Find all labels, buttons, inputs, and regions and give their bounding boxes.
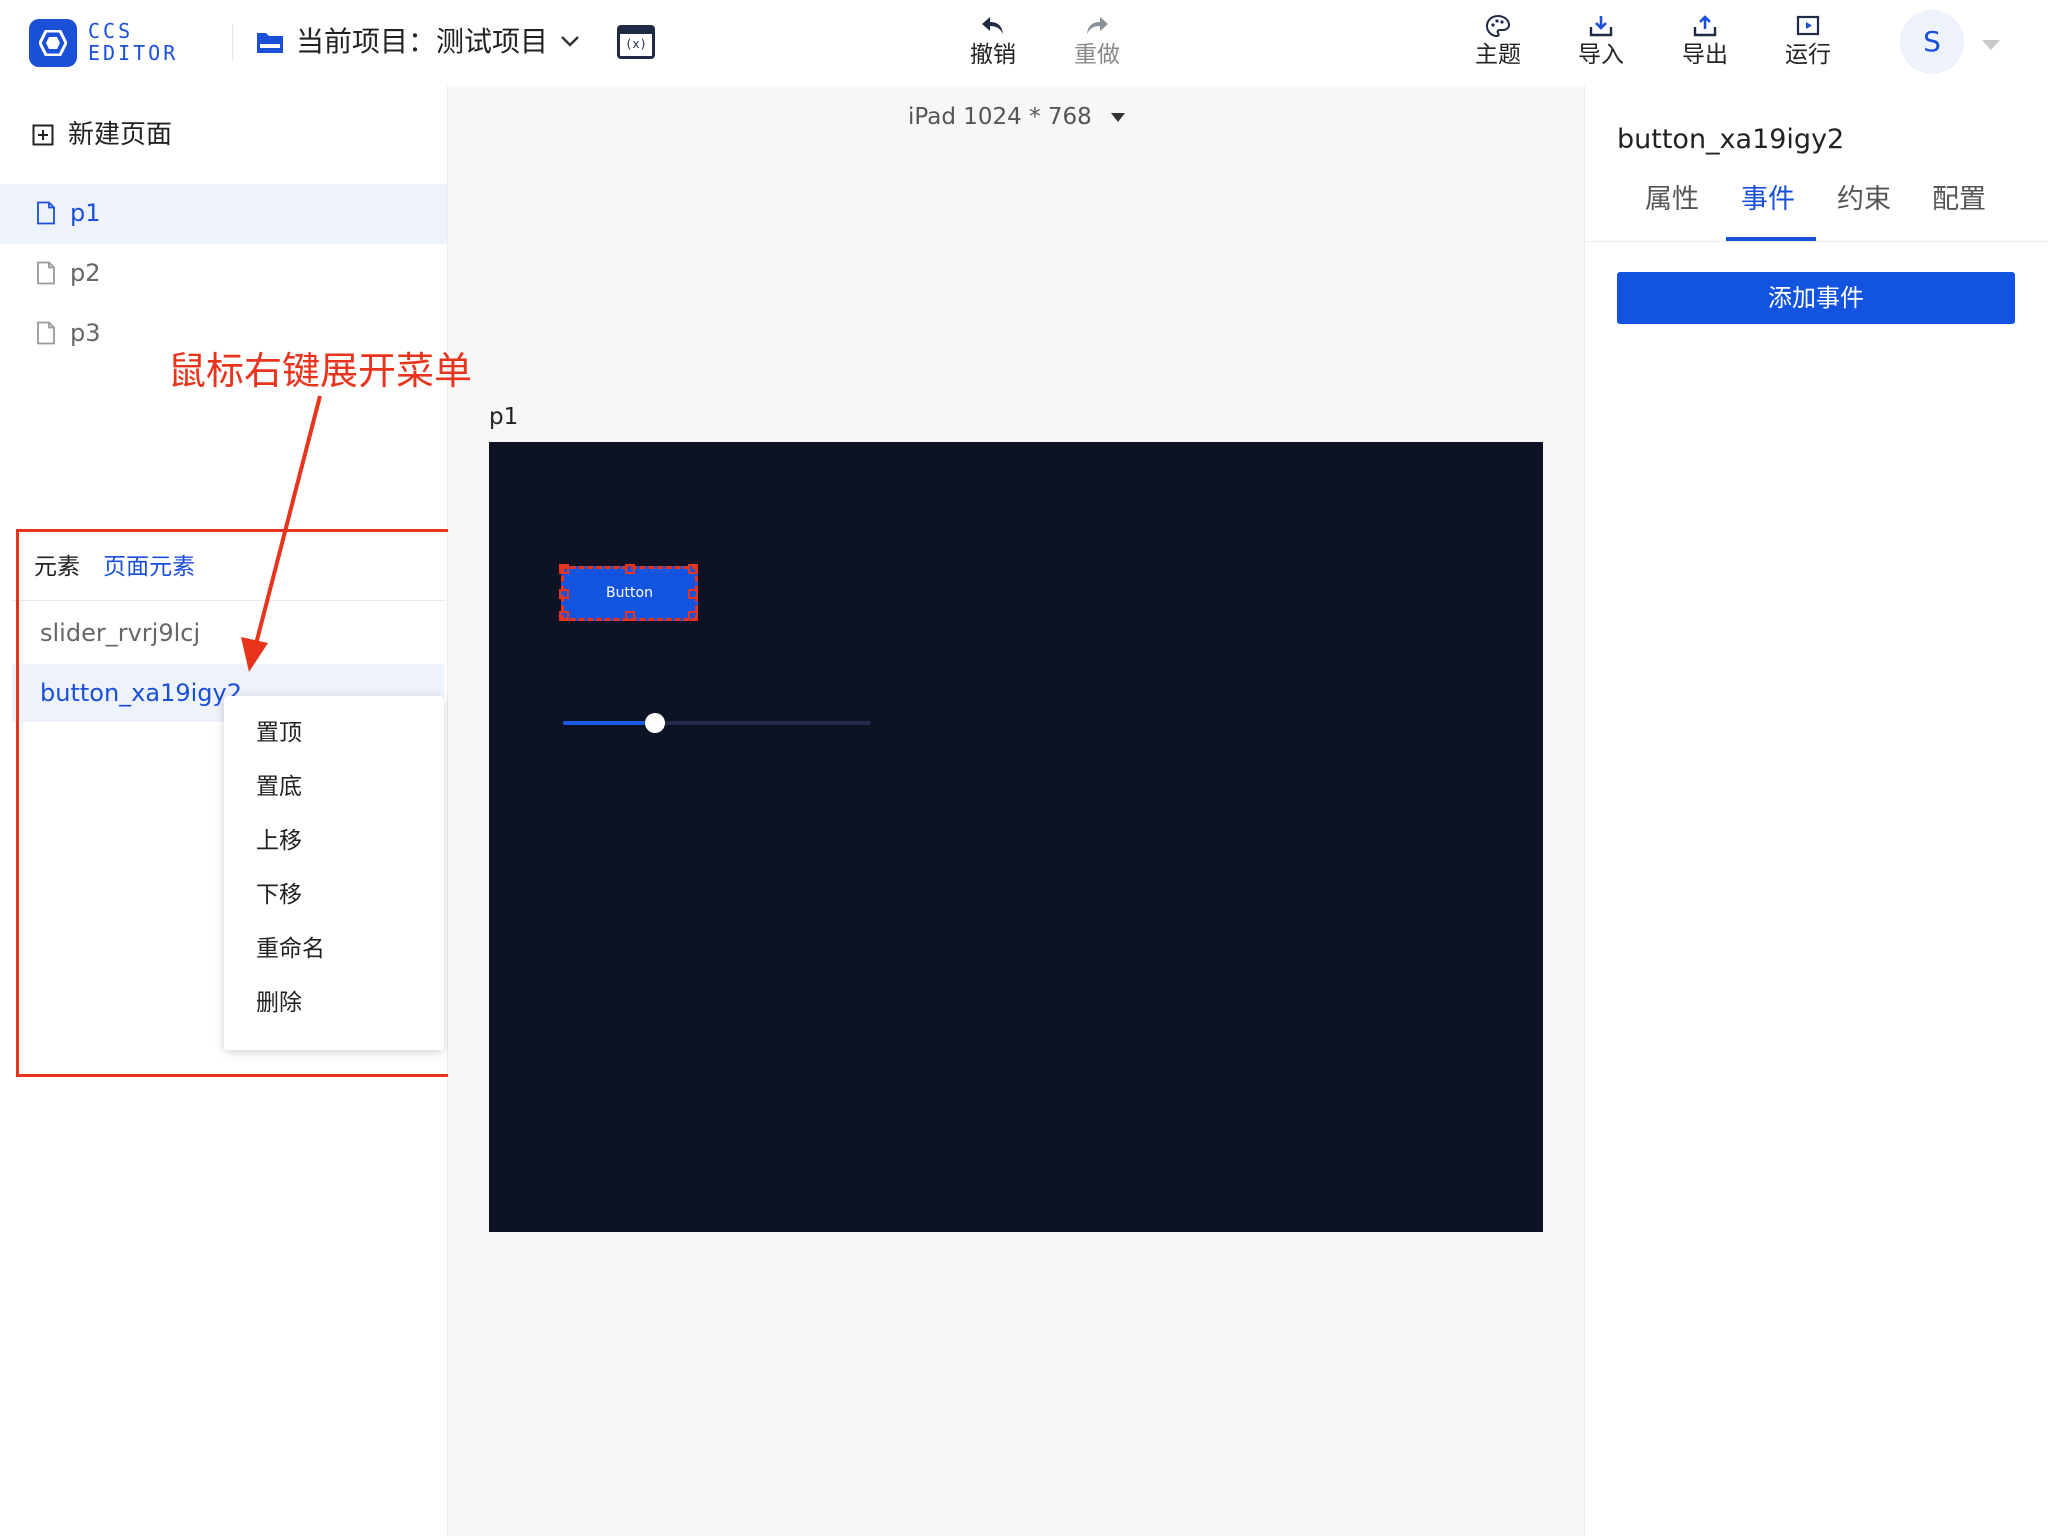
device-label: iPad 1024 * 768	[908, 104, 1092, 130]
device-selector[interactable]: iPad 1024 * 768	[908, 100, 1125, 134]
undo-button[interactable]: 撤销	[958, 14, 1028, 70]
page-label: p1	[70, 199, 101, 227]
annotation-label: 鼠标右键展开菜单	[168, 349, 473, 393]
run-button[interactable]: 运行	[1773, 14, 1843, 70]
resize-handle[interactable]	[625, 611, 635, 621]
import-button[interactable]: 导入	[1566, 14, 1636, 70]
avatar[interactable]: S	[1900, 10, 1964, 74]
resize-handle[interactable]	[559, 611, 569, 621]
new-page-label: 新建页面	[68, 120, 173, 150]
tab-events[interactable]: 事件	[1741, 180, 1795, 220]
palette-icon	[1485, 14, 1511, 38]
tab-properties[interactable]: 属性	[1645, 180, 1699, 220]
redo-button[interactable]: 重做	[1062, 14, 1132, 70]
page-label: p2	[70, 259, 101, 287]
tab-config[interactable]: 配置	[1932, 180, 1986, 220]
divider	[1585, 241, 2048, 242]
resize-handle[interactable]	[625, 564, 635, 574]
resize-handle[interactable]	[688, 564, 698, 574]
export-icon	[1693, 15, 1717, 37]
stage-button-component[interactable]: Button	[559, 564, 698, 621]
logo-wordmark: CCS EDITOR	[88, 19, 179, 65]
annotation-highlight-box	[16, 529, 454, 1077]
toolbar-divider	[232, 24, 233, 62]
export-label: 导出	[1682, 42, 1728, 68]
add-event-button[interactable]: 添加事件	[1617, 272, 2015, 324]
caret-down-icon	[1110, 112, 1125, 122]
theme-button[interactable]: 主题	[1463, 14, 1533, 70]
resize-handle[interactable]	[559, 564, 569, 574]
page-label: p3	[70, 319, 101, 347]
design-stage[interactable]	[489, 442, 1543, 1232]
chevron-down-icon[interactable]	[560, 34, 580, 48]
tab-constraints[interactable]: 约束	[1837, 180, 1891, 220]
redo-icon	[1087, 17, 1108, 34]
logo-icon	[29, 19, 77, 67]
stage-slider-fill	[563, 721, 655, 725]
export-button[interactable]: 导出	[1670, 14, 1740, 70]
undo-label: 撤销	[970, 42, 1016, 68]
play-icon	[1796, 15, 1820, 36]
folder-icon	[257, 33, 283, 53]
resize-handle[interactable]	[559, 589, 569, 599]
file-icon	[37, 261, 55, 285]
project-selector[interactable]: 当前项目：测试项目	[296, 24, 548, 60]
canvas-page-title: p1	[489, 404, 519, 430]
variables-icon: (x)	[625, 37, 647, 51]
theme-label: 主题	[1475, 42, 1521, 68]
file-icon	[37, 321, 55, 345]
file-icon	[37, 201, 55, 225]
resize-handle[interactable]	[688, 589, 698, 599]
selected-component-name: button_xa19igy2	[1617, 124, 1845, 155]
variables-icon-bar	[620, 28, 652, 34]
add-page-icon	[32, 124, 54, 146]
run-label: 运行	[1785, 42, 1831, 68]
import-icon	[1589, 16, 1613, 37]
resize-handle[interactable]	[688, 611, 698, 621]
page-item-p1[interactable]: p1	[0, 184, 447, 244]
variables-button[interactable]: (x)	[617, 25, 655, 59]
caret-down-icon[interactable]	[1982, 40, 2000, 50]
undo-icon	[982, 17, 1003, 34]
import-label: 导入	[1578, 42, 1624, 68]
redo-label: 重做	[1074, 42, 1120, 68]
stage-slider-thumb[interactable]	[645, 713, 665, 733]
page-item-p2[interactable]: p2	[0, 244, 447, 304]
stage-button-label: Button	[606, 585, 653, 601]
